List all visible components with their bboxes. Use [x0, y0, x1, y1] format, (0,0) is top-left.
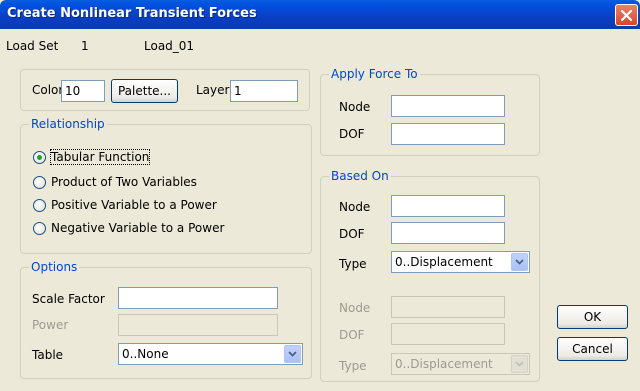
ok-button[interactable]: OK: [557, 305, 628, 329]
window-title: Create Nonlinear Transient Forces: [7, 6, 257, 21]
based-dof2-label: DOF: [339, 328, 365, 342]
based-type2-select: 0..Displacement: [391, 353, 530, 375]
based-type-select-value: 0..Displacement: [395, 255, 493, 269]
apply-node-input[interactable]: [391, 95, 505, 117]
color-label: Color: [32, 83, 64, 97]
radio-label-product-two-variables[interactable]: Product of Two Variables: [51, 175, 197, 189]
radio-product-two-variables[interactable]: [33, 176, 46, 189]
scale-factor-label: Scale Factor: [32, 292, 105, 306]
table-label: Table: [32, 348, 64, 362]
chevron-down-icon: [515, 259, 524, 265]
load-set-label: Load Set: [6, 39, 59, 53]
apply-dof-input[interactable]: [391, 123, 505, 145]
apply-dof-label: DOF: [339, 127, 365, 141]
scale-factor-input[interactable]: [118, 287, 278, 309]
palette-button[interactable]: Palette...: [111, 79, 178, 103]
layer-input[interactable]: 1: [230, 80, 298, 102]
apply-force-to-legend: Apply Force To: [329, 67, 420, 81]
based-dof-label: DOF: [339, 227, 365, 241]
table-dropdown-button[interactable]: [284, 345, 301, 363]
load-set-name: Load_01: [144, 39, 195, 53]
power-label: Power: [32, 318, 69, 332]
chevron-down-icon: [288, 351, 297, 357]
close-icon: [620, 9, 633, 21]
power-input: [118, 314, 278, 336]
based-dof2-input: [391, 323, 505, 345]
based-dof-input[interactable]: [391, 222, 505, 244]
based-node2-label: Node: [339, 301, 371, 315]
title-bar[interactable]: Create Nonlinear Transient Forces: [0, 0, 640, 29]
options-legend: Options: [29, 260, 80, 274]
ok-button-label: OK: [583, 310, 602, 324]
close-button[interactable]: [615, 4, 638, 26]
table-select-value: 0..None: [122, 347, 169, 361]
based-on-legend: Based On: [329, 169, 391, 183]
radio-negative-variable-power[interactable]: [33, 222, 46, 235]
apply-node-label: Node: [339, 100, 371, 114]
based-type-select[interactable]: 0..Displacement: [391, 251, 530, 273]
radio-selected-dot: [37, 155, 42, 160]
based-type-label: Type: [339, 257, 367, 271]
radio-label-positive-variable-power[interactable]: Positive Variable to a Power: [51, 198, 217, 212]
based-node2-input: [391, 296, 505, 318]
radio-label-tabular-function[interactable]: Tabular Function: [49, 149, 151, 165]
relationship-legend: Relationship: [29, 117, 107, 131]
load-set-number: 1: [81, 39, 89, 53]
color-input[interactable]: 10: [61, 80, 105, 102]
chevron-down-icon: [515, 361, 524, 367]
based-node-label: Node: [339, 200, 371, 214]
radio-tabular-function[interactable]: [33, 151, 46, 164]
cancel-button[interactable]: Cancel: [557, 337, 628, 361]
radio-label-negative-variable-power[interactable]: Negative Variable to a Power: [51, 221, 224, 235]
based-type2-dropdown-button: [511, 355, 528, 373]
layer-label: Layer: [196, 83, 230, 97]
based-type-dropdown-button[interactable]: [511, 253, 528, 271]
cancel-button-label: Cancel: [572, 342, 613, 356]
based-type2-select-value: 0..Displacement: [395, 357, 493, 371]
based-type2-label: Type: [339, 359, 367, 373]
table-select[interactable]: 0..None: [118, 343, 303, 365]
based-node-input[interactable]: [391, 195, 505, 217]
radio-positive-variable-power[interactable]: [33, 199, 46, 212]
palette-button-label: Palette...: [117, 84, 171, 98]
